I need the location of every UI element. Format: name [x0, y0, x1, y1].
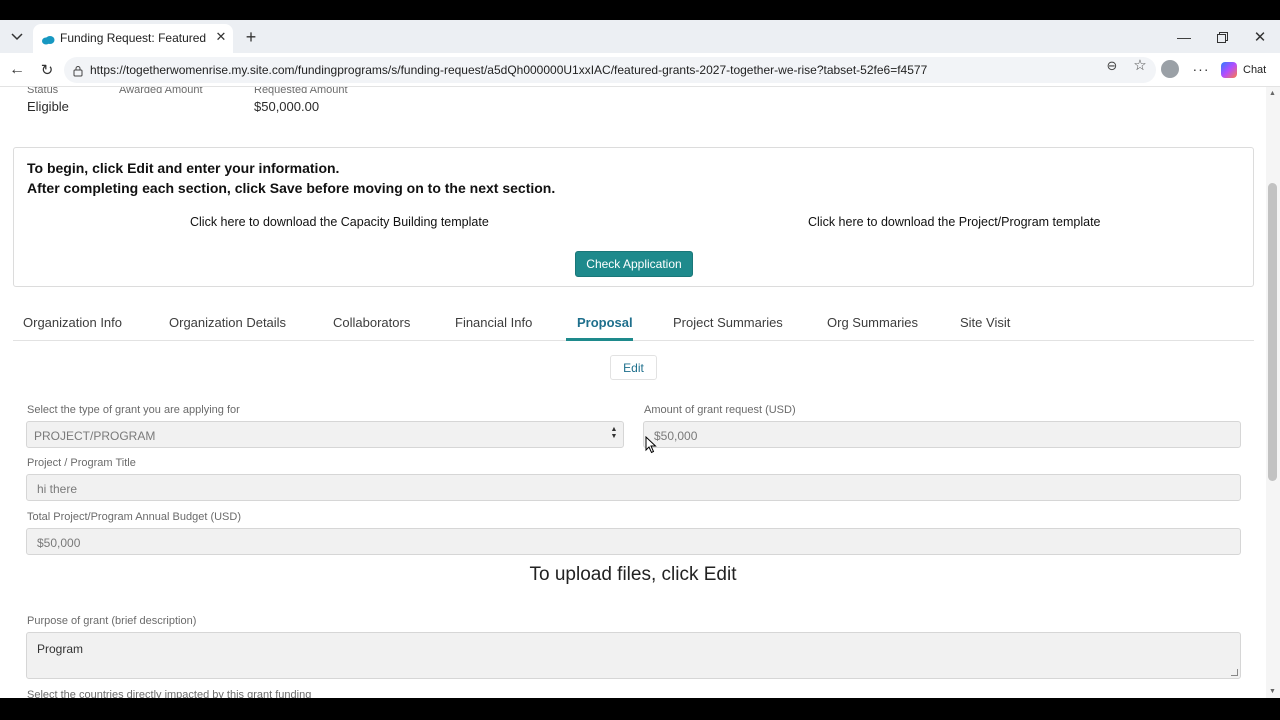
capacity-building-template-link[interactable]: Click here to download the Capacity Buil…	[190, 215, 489, 229]
scroll-down-icon[interactable]: ▼	[1269, 688, 1276, 695]
select-arrows-icon: ▲ ▼	[610, 426, 618, 440]
awarded-amount-label: Awarded Amount	[119, 87, 203, 96]
instructions-card: To begin, click Edit and enter your info…	[13, 147, 1254, 287]
plus-icon[interactable]: +	[240, 26, 262, 48]
upload-instructions: To upload files, click Edit	[529, 564, 737, 585]
scrollbar-thumb[interactable]	[1268, 183, 1277, 481]
star-icon[interactable]: ☆	[1131, 57, 1149, 75]
reader-icon[interactable]: ⊖	[1103, 57, 1121, 75]
page-scrollbar[interactable]: ▲ ▼	[1266, 87, 1280, 698]
tab-financial-info[interactable]: Financial Info	[455, 315, 532, 330]
resize-handle-icon[interactable]	[1231, 669, 1238, 676]
tab-project-summaries[interactable]: Project Summaries	[673, 315, 783, 330]
section-tabs: Organization Info Organization Details C…	[13, 309, 1254, 341]
tab-organization-details[interactable]: Organization Details	[169, 315, 286, 330]
tab-bar: Funding Request: Featured Grants ✕ + — ✕	[0, 20, 1280, 53]
tab-site-visit[interactable]: Site Visit	[960, 315, 1010, 330]
tab-title: Funding Request: Featured Grants	[60, 31, 210, 45]
amount-field[interactable]: $50,000	[643, 421, 1241, 448]
close-icon[interactable]: ✕	[213, 29, 229, 45]
more-icon[interactable]: ···	[1191, 59, 1211, 79]
screen: Funding Request: Featured Grants ✕ + — ✕…	[0, 0, 1280, 720]
project-title-field[interactable]: hi there	[26, 474, 1241, 501]
grant-type-select[interactable]: PROJECT/PROGRAM ▲ ▼	[26, 421, 624, 448]
grant-type-label: Select the type of grant you are applyin…	[27, 404, 240, 416]
lock-icon	[72, 64, 84, 77]
requested-amount-label: Requested Amount	[254, 87, 348, 96]
budget-field[interactable]: $50,000	[26, 528, 1241, 555]
amount-label: Amount of grant request (USD)	[644, 404, 796, 416]
mouse-cursor-icon	[645, 436, 657, 454]
budget-value: $50,000	[37, 536, 81, 550]
status-value: Eligible	[27, 99, 69, 114]
check-application-button[interactable]: Check Application	[575, 251, 693, 277]
active-tab-indicator	[566, 338, 633, 341]
edit-button[interactable]: Edit	[610, 355, 657, 380]
minimize-icon[interactable]: —	[1173, 26, 1195, 48]
window-close-icon[interactable]: ✕	[1249, 26, 1271, 48]
instructions-line-2: After completing each section, click Sav…	[27, 180, 556, 196]
scroll-up-icon[interactable]: ▲	[1269, 90, 1276, 97]
avatar[interactable]	[1161, 60, 1179, 78]
chat-button[interactable]: Chat	[1221, 59, 1273, 81]
purpose-textarea[interactable]: Program	[26, 632, 1241, 679]
salesforce-cloud-icon	[41, 32, 55, 45]
project-title-value: hi there	[37, 482, 78, 496]
restore-icon[interactable]	[1211, 26, 1233, 48]
url-text: https://togetherwomenrise.my.site.com/fu…	[90, 63, 928, 77]
budget-label: Total Project/Program Annual Budget (USD…	[27, 511, 241, 523]
grant-type-value: PROJECT/PROGRAM	[34, 429, 156, 443]
address-bar[interactable]: https://togetherwomenrise.my.site.com/fu…	[64, 57, 1156, 83]
project-title-label: Project / Program Title	[27, 457, 136, 469]
tab-list-icon[interactable]	[6, 27, 28, 47]
reload-icon[interactable]: ↻	[36, 59, 58, 81]
project-program-template-link[interactable]: Click here to download the Project/Progr…	[808, 215, 1101, 229]
chat-label: Chat	[1243, 64, 1267, 76]
amount-value: $50,000	[654, 429, 698, 443]
tab-proposal[interactable]: Proposal	[577, 315, 633, 330]
status-label: Status	[27, 87, 59, 96]
back-arrow-icon[interactable]: ←	[6, 59, 28, 81]
copilot-icon	[1221, 62, 1237, 78]
tab-org-summaries[interactable]: Org Summaries	[827, 315, 918, 330]
purpose-label: Purpose of grant (brief description)	[27, 615, 197, 627]
tab-collaborators[interactable]: Collaborators	[333, 315, 410, 330]
requested-amount-value: $50,000.00	[254, 99, 320, 114]
countries-label: Select the countries directly impacted b…	[27, 689, 312, 698]
browser-window: Funding Request: Featured Grants ✕ + — ✕…	[0, 20, 1280, 698]
page-content: Status Eligible Awarded Amount Requested…	[0, 87, 1266, 698]
address-toolbar: ← ↻ https://togetherwomenrise.my.site.co…	[0, 53, 1280, 87]
instructions-line-1: To begin, click Edit and enter your info…	[27, 160, 340, 176]
purpose-value: Program	[37, 642, 84, 656]
browser-tab-active[interactable]: Funding Request: Featured Grants ✕	[33, 24, 233, 53]
tab-organization-info[interactable]: Organization Info	[23, 315, 122, 330]
